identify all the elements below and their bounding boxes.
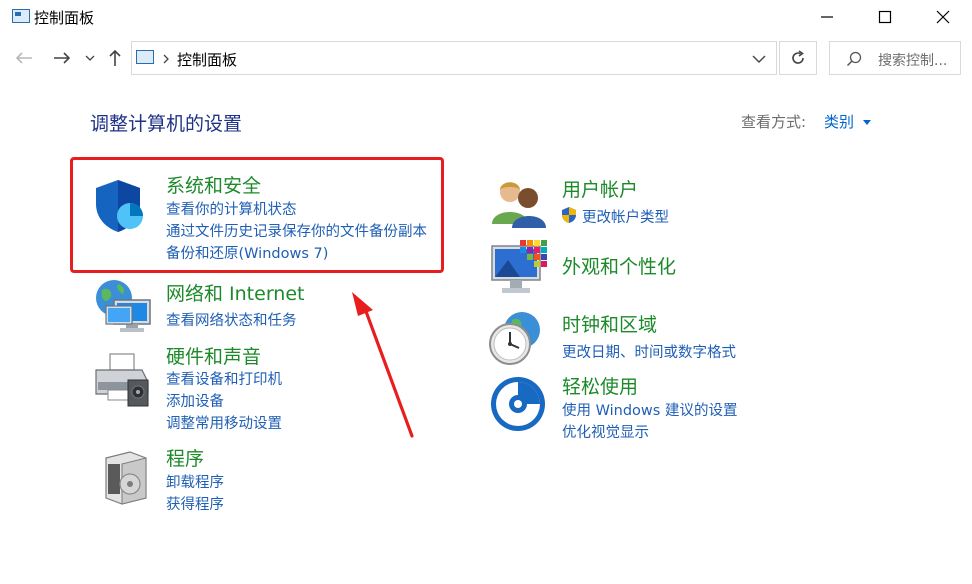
programs-icon <box>105 451 147 505</box>
link-uninstall-program[interactable]: 卸载程序 <box>166 471 224 492</box>
link-add-device[interactable]: 添加设备 <box>166 390 224 411</box>
dropdown-arrow-icon <box>862 119 871 125</box>
clock-region-icon <box>489 312 540 365</box>
link-devices-printers[interactable]: 查看设备和打印机 <box>166 368 282 389</box>
page-title: 调整计算机的设置 <box>90 113 243 135</box>
address-bar[interactable]: 控制面板 <box>131 41 777 75</box>
back-arrow-icon <box>15 52 32 64</box>
maximize-button[interactable] <box>856 0 914 34</box>
chevron-down-icon <box>85 55 95 61</box>
forward-arrow-icon <box>54 52 71 64</box>
category-title-appearance-personalization[interactable]: 外观和个性化 <box>562 252 676 279</box>
search-placeholder: 搜索控制... <box>878 53 948 69</box>
address-dropdown-icon[interactable] <box>752 54 766 64</box>
category-title-user-accounts[interactable]: 用户帐户 <box>562 175 638 202</box>
up-button[interactable] <box>103 44 127 72</box>
close-icon <box>936 10 950 24</box>
uac-shield-icon <box>562 207 576 223</box>
control-panel-icon <box>12 9 30 23</box>
refresh-button[interactable] <box>779 41 817 75</box>
user-accounts-icon <box>492 182 546 228</box>
search-icon <box>846 51 862 67</box>
recent-locations-button[interactable] <box>82 44 98 72</box>
search-box[interactable]: 搜索控制... <box>829 41 961 75</box>
link-view-network-status[interactable]: 查看网络状态和任务 <box>166 309 297 330</box>
link-mobility-settings[interactable]: 调整常用移动设置 <box>166 412 282 433</box>
network-internet-icon <box>96 280 151 332</box>
category-title-ease-of-access[interactable]: 轻松使用 <box>562 372 638 399</box>
minimize-button[interactable] <box>798 0 856 34</box>
annotation-highlight-box <box>70 157 444 273</box>
link-optimize-visual-display[interactable]: 优化视觉显示 <box>562 421 649 442</box>
refresh-icon <box>792 50 804 64</box>
minimize-icon <box>821 16 833 18</box>
link-change-account-type[interactable]: 更改帐户类型 <box>582 206 669 227</box>
link-windows-recommended-settings[interactable]: 使用 Windows 建议的设置 <box>562 399 737 420</box>
category-title-clock-region[interactable]: 时钟和区域 <box>562 310 657 337</box>
annotation-arrow <box>352 292 414 438</box>
ease-of-access-icon <box>491 377 545 431</box>
forward-button[interactable] <box>50 44 74 72</box>
category-title-network-internet[interactable]: 网络和 Internet <box>166 279 304 306</box>
up-arrow-icon <box>109 49 121 66</box>
view-by-value: 类别 <box>824 113 855 131</box>
close-button[interactable] <box>914 0 972 34</box>
link-change-date-time-format[interactable]: 更改日期、时间或数字格式 <box>562 341 736 362</box>
breadcrumb-chevron-icon <box>163 54 169 64</box>
view-by-dropdown[interactable]: 类别 <box>824 111 871 132</box>
window-title: 控制面板 <box>34 9 95 27</box>
link-get-programs[interactable]: 获得程序 <box>166 493 224 514</box>
hardware-sound-printer-icon <box>95 353 149 407</box>
category-title-programs[interactable]: 程序 <box>166 444 204 471</box>
breadcrumb-item[interactable]: 控制面板 <box>177 49 237 70</box>
appearance-personalization-icon <box>491 240 547 293</box>
control-panel-icon <box>136 50 154 64</box>
category-title-hardware-sound[interactable]: 硬件和声音 <box>166 342 261 369</box>
maximize-icon <box>878 10 892 24</box>
back-button[interactable] <box>12 44 36 72</box>
view-by-label: 查看方式: <box>741 113 807 131</box>
